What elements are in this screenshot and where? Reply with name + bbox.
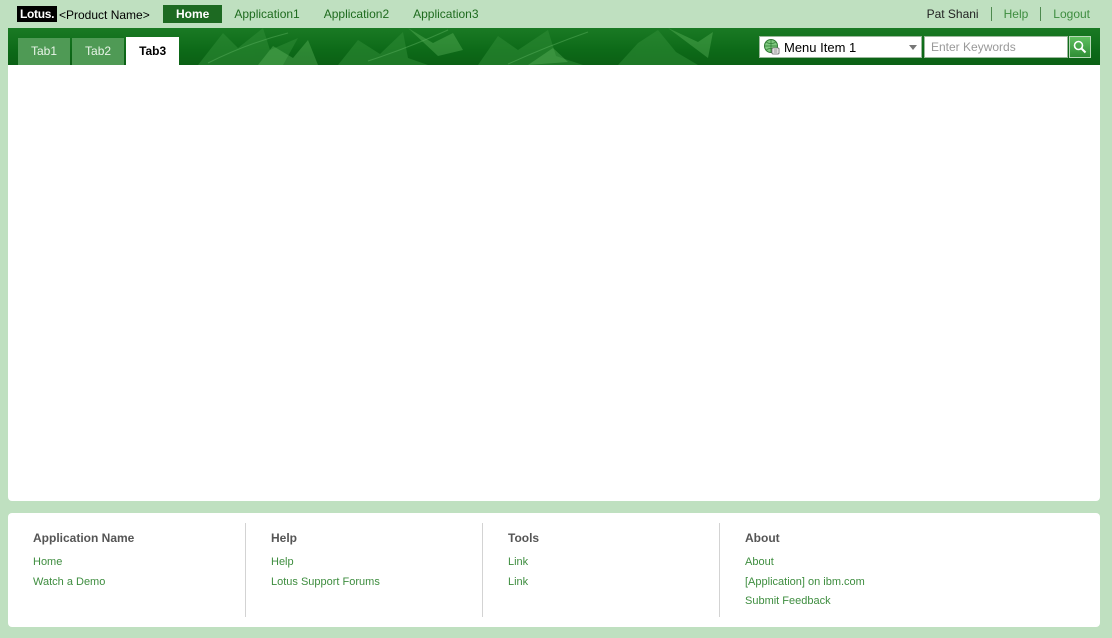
search-scope-dropdown[interactable]: Menu Item 1 xyxy=(759,36,922,58)
footer-link-tools-1[interactable]: Link xyxy=(508,553,719,573)
nav-application3[interactable]: Application3 xyxy=(401,5,490,23)
footer: Application Name Home Watch a Demo Help … xyxy=(8,513,1100,627)
footer-heading: About xyxy=(745,531,780,545)
footer-column-tools: Tools Link Link xyxy=(482,523,719,617)
product-name: <Product Name> xyxy=(59,8,150,22)
footer-heading: Application Name xyxy=(33,531,135,545)
footer-column-application: Application Name Home Watch a Demo xyxy=(8,523,245,617)
top-banner: Lotus. <Product Name> Home Application1 … xyxy=(0,0,1112,28)
logout-link[interactable]: Logout xyxy=(1041,7,1090,21)
scope-selected-label: Menu Item 1 xyxy=(784,39,857,55)
chevron-down-icon xyxy=(909,44,917,50)
user-name: Pat Shani xyxy=(926,7,979,21)
lotus-logo: Lotus. xyxy=(17,6,58,22)
search-icon xyxy=(1073,40,1087,54)
footer-link-feedback[interactable]: Submit Feedback xyxy=(745,592,1019,612)
footer-link-watch-demo[interactable]: Watch a Demo xyxy=(33,573,245,593)
footer-heading: Help xyxy=(271,531,298,545)
globe-icon xyxy=(764,39,780,55)
tab-3[interactable]: Tab3 xyxy=(126,37,180,65)
tab-2[interactable]: Tab2 xyxy=(72,38,125,65)
footer-heading: Tools xyxy=(508,531,540,545)
footer-link-ibm[interactable]: [Application] on ibm.com xyxy=(745,573,1019,593)
footer-link-tools-2[interactable]: Link xyxy=(508,573,719,593)
footer-column-help: Help Help Lotus Support Forums xyxy=(245,523,482,617)
search-button[interactable] xyxy=(1069,36,1091,58)
main-content xyxy=(8,65,1100,501)
top-navigation: Home Application1 Application2 Applicati… xyxy=(163,5,491,23)
footer-link-support-forums[interactable]: Lotus Support Forums xyxy=(271,573,482,593)
footer-column-about: About About [Application] on ibm.com Sub… xyxy=(719,523,1019,617)
tab-bar: Tab1 Tab2 Tab3 xyxy=(18,37,181,65)
title-bar: Tab1 Tab2 Tab3 Menu Item 1 xyxy=(8,28,1100,65)
nav-application1[interactable]: Application1 xyxy=(222,5,311,23)
tab-1[interactable]: Tab1 xyxy=(18,38,71,65)
footer-link-help[interactable]: Help xyxy=(271,553,482,573)
search-input[interactable] xyxy=(924,36,1068,58)
nav-application2[interactable]: Application2 xyxy=(312,5,401,23)
nav-home[interactable]: Home xyxy=(163,5,223,23)
help-link[interactable]: Help xyxy=(992,7,1041,21)
user-links: Pat Shani Help Logout xyxy=(927,7,1090,21)
footer-link-home[interactable]: Home xyxy=(33,553,245,573)
footer-link-about[interactable]: About xyxy=(745,553,1019,573)
